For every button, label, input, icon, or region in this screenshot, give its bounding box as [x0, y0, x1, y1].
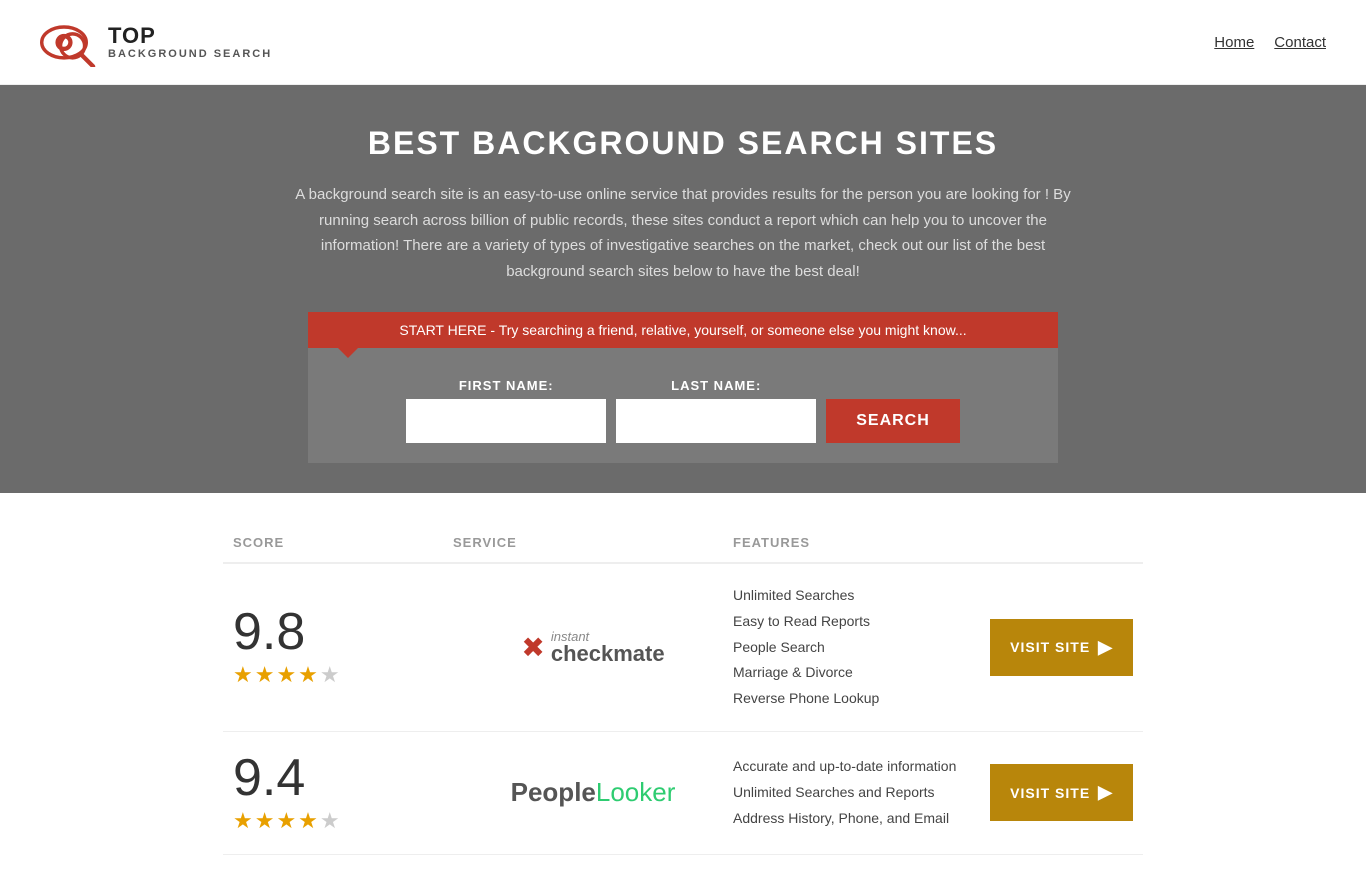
site-header: TOP BACKGROUND SEARCH Home Contact	[0, 0, 1366, 85]
features-cell-2: Accurate and up-to-date information Unli…	[733, 755, 973, 830]
search-button[interactable]: SEARCH	[826, 399, 960, 443]
header-service: SERVICE	[453, 535, 733, 550]
feature-item: Address History, Phone, and Email	[733, 807, 973, 831]
people-text: People	[511, 777, 596, 807]
visit-cell-1: VISIT SITE ▶	[973, 619, 1133, 676]
service-cell-1: ✖ instant checkmate	[453, 630, 733, 665]
search-form-container: FIRST NAME: LAST NAME: SEARCH	[308, 348, 1058, 463]
score-number-1: 9.8	[233, 606, 305, 658]
looker-text: Looker	[596, 777, 676, 807]
visit-site-button-2[interactable]: VISIT SITE ▶	[990, 764, 1133, 821]
score-number-2: 9.4	[233, 752, 305, 804]
search-form: FIRST NAME: LAST NAME: SEARCH	[328, 378, 1038, 443]
feature-item: Marriage & Divorce	[733, 661, 973, 685]
checkmate-check-icon: ✖	[521, 631, 544, 664]
logo-text: TOP BACKGROUND SEARCH	[108, 24, 272, 60]
checkmate-logo: ✖ instant checkmate	[521, 630, 664, 665]
last-name-label: LAST NAME:	[616, 378, 816, 393]
feature-item: Reverse Phone Lookup	[733, 687, 973, 711]
feature-item: Accurate and up-to-date information	[733, 755, 973, 779]
hero-description: A background search site is an easy-to-u…	[283, 182, 1083, 284]
first-name-label: FIRST NAME:	[406, 378, 606, 393]
score-cell-2: 9.4 ★★★★★	[233, 752, 453, 834]
first-name-group: FIRST NAME:	[406, 378, 606, 443]
feature-item: Easy to Read Reports	[733, 610, 973, 634]
stars-1: ★★★★★	[233, 662, 342, 688]
header-score: SCORE	[233, 535, 453, 550]
logo-icon	[40, 17, 100, 67]
visit-cell-2: VISIT SITE ▶	[973, 764, 1133, 821]
feature-item: Unlimited Searches	[733, 584, 973, 608]
peoplelooker-logo: PeopleLooker	[511, 777, 676, 808]
logo: TOP BACKGROUND SEARCH	[40, 17, 272, 67]
header-action	[973, 535, 1133, 550]
score-cell-1: 9.8 ★★★★★	[233, 606, 453, 688]
nav-home[interactable]: Home	[1214, 34, 1254, 51]
table-row: 9.8 ★★★★★ ✖ instant checkmate Unlimited …	[223, 564, 1143, 732]
main-nav: Home Contact	[1214, 34, 1326, 51]
header-features: FEATURES	[733, 535, 973, 550]
logo-bottom-text: BACKGROUND SEARCH	[108, 48, 272, 60]
stars-2: ★★★★★	[233, 808, 342, 834]
service-cell-2: PeopleLooker	[453, 777, 733, 808]
results-area: SCORE SERVICE FEATURES 9.8 ★★★★★ ✖ insta…	[203, 523, 1163, 855]
feature-item: Unlimited Searches and Reports	[733, 781, 973, 805]
visit-site-button-1[interactable]: VISIT SITE ▶	[990, 619, 1133, 676]
logo-top-text: TOP	[108, 24, 272, 48]
hero-title: BEST BACKGROUND SEARCH SITES	[20, 125, 1346, 162]
first-name-input[interactable]	[406, 399, 606, 443]
table-row: 9.4 ★★★★★ PeopleLooker Accurate and up-t…	[223, 732, 1143, 855]
hero-section: BEST BACKGROUND SEARCH SITES A backgroun…	[0, 85, 1366, 493]
search-banner: START HERE - Try searching a friend, rel…	[308, 312, 1058, 348]
arrow-icon-1: ▶	[1098, 637, 1113, 658]
last-name-group: LAST NAME:	[616, 378, 816, 443]
feature-item: People Search	[733, 636, 973, 660]
arrow-icon-2: ▶	[1098, 782, 1113, 803]
nav-contact[interactable]: Contact	[1274, 34, 1326, 51]
table-header: SCORE SERVICE FEATURES	[223, 523, 1143, 564]
checkmate-main-text: checkmate	[551, 643, 665, 665]
features-cell-1: Unlimited Searches Easy to Read Reports …	[733, 584, 973, 711]
last-name-input[interactable]	[616, 399, 816, 443]
